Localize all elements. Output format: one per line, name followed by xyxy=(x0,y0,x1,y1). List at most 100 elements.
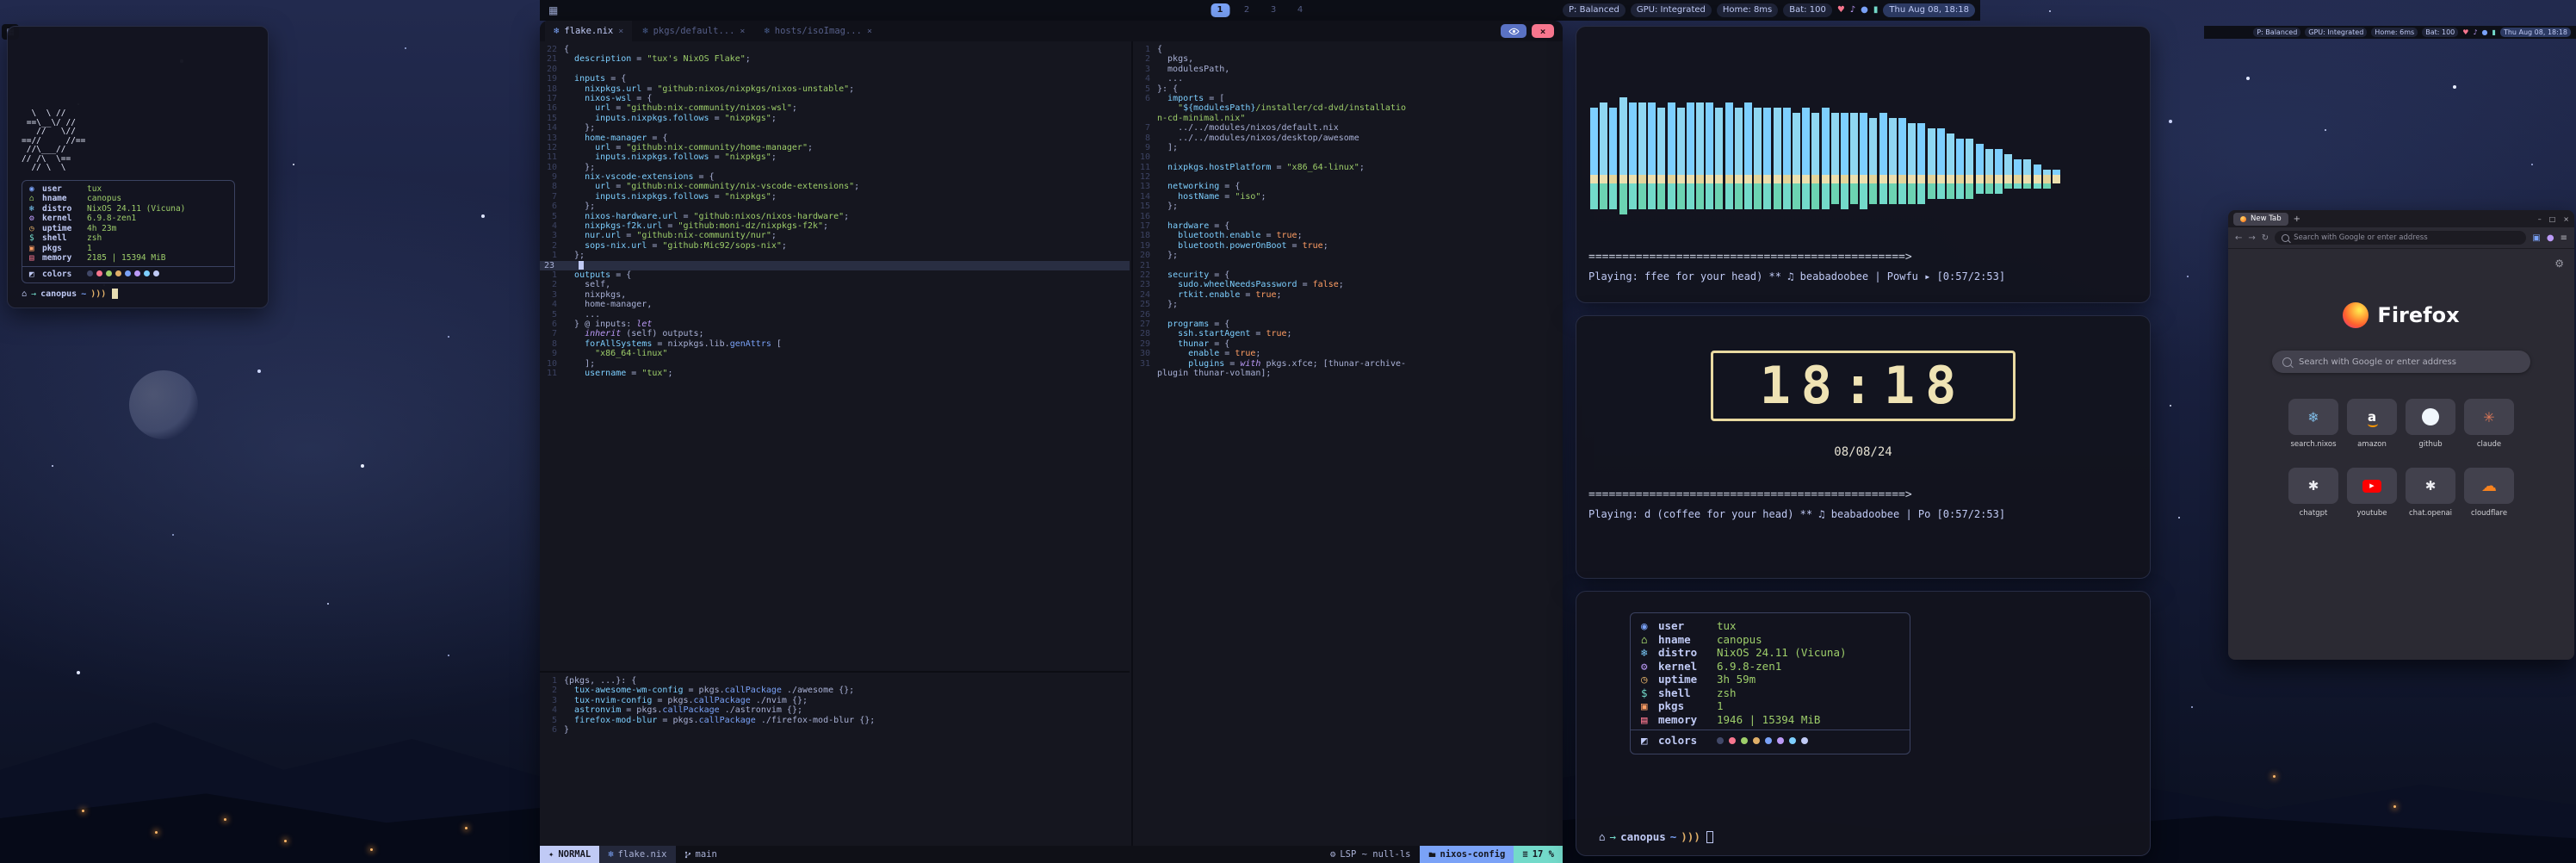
tab-close-icon[interactable]: × xyxy=(867,27,872,36)
clock-widget[interactable]: Thu Aug 08, 18:18 xyxy=(1883,3,1975,17)
editor-tab-pkgs-default-[interactable]: ❄pkgs/default...× xyxy=(634,21,753,41)
shortcut-cloudflare[interactable]: ☁cloudflare xyxy=(2464,468,2514,518)
code-line[interactable]: 11 username = "tux"; xyxy=(540,369,1130,378)
status-pill[interactable]: GPU: Integrated xyxy=(1631,3,1712,17)
code-line[interactable]: 10 }; xyxy=(540,163,1130,172)
code-line[interactable]: 2 pkgs, xyxy=(1133,54,1563,64)
code-line[interactable]: 1{pkgs, ...}: { xyxy=(540,676,1130,686)
heart-icon[interactable]: ♥ xyxy=(2462,26,2468,40)
code-line[interactable]: 3 nixpkgs, xyxy=(540,290,1130,300)
code-line[interactable]: 25 }; xyxy=(1133,300,1563,309)
code-line[interactable]: 20 }; xyxy=(1133,251,1563,260)
battery-icon[interactable]: ▮ xyxy=(2492,26,2496,40)
code-line[interactable]: 7 inherit (self) outputs; xyxy=(540,329,1130,338)
shortcut-search-nixos[interactable]: ❄search.nixos xyxy=(2288,399,2338,449)
code-line[interactable]: 17 nixos-wsl = { xyxy=(540,94,1130,103)
network-icon[interactable]: ● xyxy=(1861,3,1868,17)
shortcut-chat-openai[interactable]: ✱chat.openai xyxy=(2406,468,2455,518)
maximize-button[interactable]: □ xyxy=(2549,215,2556,223)
code-line[interactable]: 3 tux-nvim-config = pkgs.callPackage ./n… xyxy=(540,696,1130,705)
code-line[interactable]: 1 outputs = { xyxy=(540,270,1130,280)
code-line[interactable]: 30 enable = true; xyxy=(1133,349,1563,358)
close-button[interactable]: × xyxy=(2563,215,2569,223)
status-pill[interactable]: Bat: 100 xyxy=(1783,3,1832,17)
status-pill[interactable]: P: Balanced xyxy=(1563,3,1625,17)
tab-close-icon[interactable]: × xyxy=(740,27,745,36)
code-line[interactable]: 19 bluetooth.powerOnBoot = true; xyxy=(1133,241,1563,251)
status-pill[interactable]: Bat: 100 xyxy=(2422,28,2458,37)
status-pill[interactable]: Home: 8ms xyxy=(1717,3,1778,17)
status-pill[interactable]: GPU: Integrated xyxy=(2305,28,2367,37)
code-line[interactable]: 9 nix-vscode-extensions = { xyxy=(540,172,1130,182)
code-line[interactable]: 9 "x86_64-linux" xyxy=(540,349,1130,358)
code-line[interactable]: 6} xyxy=(540,725,1130,735)
code-line[interactable]: 4 nixpkgs-f2k.url = "github:moni-dz/nixp… xyxy=(540,221,1130,231)
code-line[interactable]: 1 }; xyxy=(540,251,1130,260)
code-line[interactable]: 15 }; xyxy=(1133,202,1563,211)
code-line[interactable]: n-cd-minimal.nix" xyxy=(1133,114,1563,123)
code-line[interactable]: 21 description = "tux's NixOS Flake"; xyxy=(540,54,1130,64)
status-pill[interactable]: P: Balanced xyxy=(2253,28,2300,37)
code-line[interactable]: 8 forAllSystems = nixpkgs.lib.genAttrs [ xyxy=(540,339,1130,349)
code-line[interactable]: 23 xyxy=(540,261,1130,270)
code-line[interactable]: 17 hardware = { xyxy=(1133,221,1563,231)
code-line[interactable]: 5 nixos-hardware.url = "github:nixos/nix… xyxy=(540,212,1130,221)
code-line[interactable]: 26 xyxy=(1133,310,1563,320)
code-line[interactable]: 2 self, xyxy=(540,280,1130,289)
code-line[interactable]: 5 ... xyxy=(540,310,1130,320)
heart-icon[interactable]: ♥ xyxy=(1837,3,1845,17)
code-line[interactable]: 3 modulesPath, xyxy=(1133,65,1563,74)
shortcut-claude[interactable]: ✳claude xyxy=(2464,399,2514,449)
editor-pane-flake[interactable]: 22{21 description = "tux's NixOS Flake";… xyxy=(540,41,1130,669)
code-line[interactable]: 7 inputs.nixpkgs.follows = "nixpkgs"; xyxy=(540,192,1130,202)
code-line[interactable]: 3 nur.url = "github:nix-community/nur"; xyxy=(540,231,1130,240)
code-line[interactable]: 6 }; xyxy=(540,202,1130,211)
code-line[interactable]: 6 imports = [ xyxy=(1133,94,1563,103)
editor-tab-flake-nix[interactable]: ❄flake.nix× xyxy=(545,21,632,41)
shortcut-amazon[interactable]: aamazon xyxy=(2347,399,2397,449)
code-line[interactable]: 2 sops-nix.url = "github:Mic92/sops-nix"… xyxy=(540,241,1130,251)
code-line[interactable]: 10 ]; xyxy=(540,359,1130,369)
code-line[interactable]: 16 url = "github:nix-community/nixos-wsl… xyxy=(540,103,1130,113)
code-line[interactable]: 16 xyxy=(1133,212,1563,221)
code-line[interactable]: 27 programs = { xyxy=(1133,320,1563,329)
code-line[interactable]: 28 ssh.startAgent = true; xyxy=(1133,329,1563,338)
code-line[interactable]: 15 inputs.nixpkgs.follows = "nixpkgs"; xyxy=(540,114,1130,123)
code-line[interactable]: 21 xyxy=(1133,261,1563,270)
battery-icon[interactable]: ▮ xyxy=(1873,3,1879,17)
extension-icon[interactable]: ▣ xyxy=(2532,233,2540,243)
browser-tab[interactable]: New Tab xyxy=(2233,213,2288,226)
menu-icon[interactable]: ≡ xyxy=(2561,233,2567,243)
code-line[interactable]: 12 url = "github:nix-community/home-mana… xyxy=(540,143,1130,152)
code-line[interactable]: 18 bluetooth.enable = true; xyxy=(1133,231,1563,240)
code-line[interactable]: 5}: { xyxy=(1133,84,1563,94)
back-button[interactable]: ← xyxy=(2235,233,2242,243)
menu-button[interactable]: ▦ xyxy=(548,0,558,21)
tag-1[interactable]: 1 xyxy=(1211,3,1229,17)
shell-prompt[interactable]: ⌂→canopus~))) xyxy=(22,289,254,299)
code-line[interactable]: 14 hostName = "iso"; xyxy=(1133,192,1563,202)
shortcut-github[interactable]: github xyxy=(2406,399,2455,449)
minimize-button[interactable]: – xyxy=(2538,215,2542,223)
code-line[interactable]: 31 plugins = with pkgs.xfce; [thunar-arc… xyxy=(1133,359,1563,369)
code-line[interactable]: 19 inputs = { xyxy=(540,74,1130,84)
code-line[interactable]: 12 xyxy=(1133,172,1563,182)
shortcut-youtube[interactable]: ▶youtube xyxy=(2347,468,2397,518)
reload-button[interactable]: ↻ xyxy=(2262,233,2269,243)
newtab-search-input[interactable]: Search with Google or enter address xyxy=(2272,351,2530,373)
url-bar[interactable]: Search with Google or enter address xyxy=(2275,231,2526,245)
code-line[interactable]: 4 astronvim = pkgs.callPackage ./astronv… xyxy=(540,705,1130,715)
forward-button[interactable]: → xyxy=(2248,233,2255,243)
shortcut-chatgpt[interactable]: ✱chatgpt xyxy=(2288,468,2338,518)
personalize-gear-icon[interactable]: ⚙ xyxy=(2554,258,2564,270)
tag-3[interactable]: 3 xyxy=(1264,3,1283,17)
tab-close-icon[interactable]: × xyxy=(618,27,623,36)
code-line[interactable]: 14 }; xyxy=(540,123,1130,133)
code-line[interactable]: plugin thunar-volman]; xyxy=(1133,369,1563,378)
code-line[interactable]: 29 thunar = { xyxy=(1133,339,1563,349)
code-line[interactable]: 5 firefox-mod-blur = pkgs.callPackage ./… xyxy=(540,716,1130,725)
code-line[interactable]: 22 security = { xyxy=(1133,270,1563,280)
code-line[interactable]: 11 nixpkgs.hostPlatform = "x86_64-linux"… xyxy=(1133,163,1563,172)
status-pill[interactable]: Home: 6ms xyxy=(2371,28,2418,37)
code-line[interactable]: 13 home-manager = { xyxy=(540,133,1130,143)
